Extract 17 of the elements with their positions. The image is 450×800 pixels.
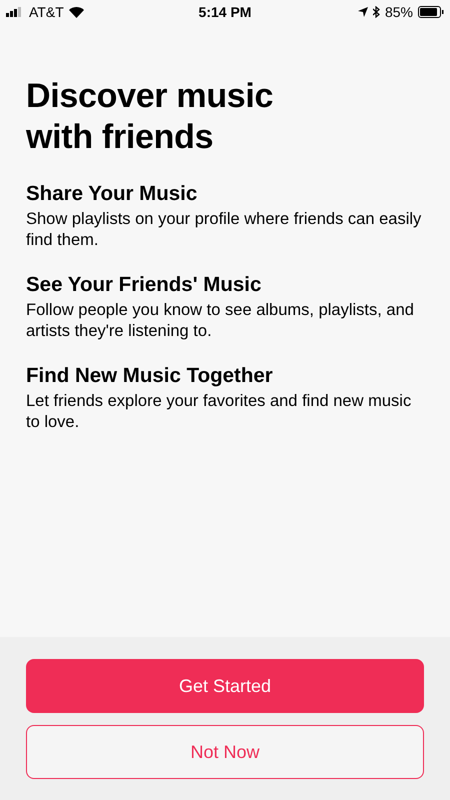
feature-description: Let friends explore your favorites and find new music to love. <box>26 391 412 433</box>
feature-heading: See Your Friends' Music <box>26 273 262 297</box>
feature-heading: Find New Music Together <box>26 364 274 388</box>
page-title: Discover music with friends <box>26 76 274 158</box>
clock-time: 5:14 PM <box>198 4 252 20</box>
battery-icon <box>418 6 444 18</box>
feature-description: Show playlists on your profile where friends can easily find them. <box>26 209 422 251</box>
get-started-button[interactable]: Get Started <box>26 659 424 713</box>
not-now-button[interactable]: Not Now <box>26 725 424 779</box>
bluetooth-icon <box>372 6 380 18</box>
location-icon <box>358 7 368 17</box>
signal-icon <box>6 7 24 17</box>
carrier-name: AT&T <box>29 4 64 20</box>
battery-percent: 85% <box>384 4 413 20</box>
feature-description: Follow people you know to see albums, playlists, and artists they're listening to. <box>26 300 415 342</box>
feature-heading: Share Your Music <box>26 182 198 206</box>
wifi-icon <box>68 6 84 18</box>
